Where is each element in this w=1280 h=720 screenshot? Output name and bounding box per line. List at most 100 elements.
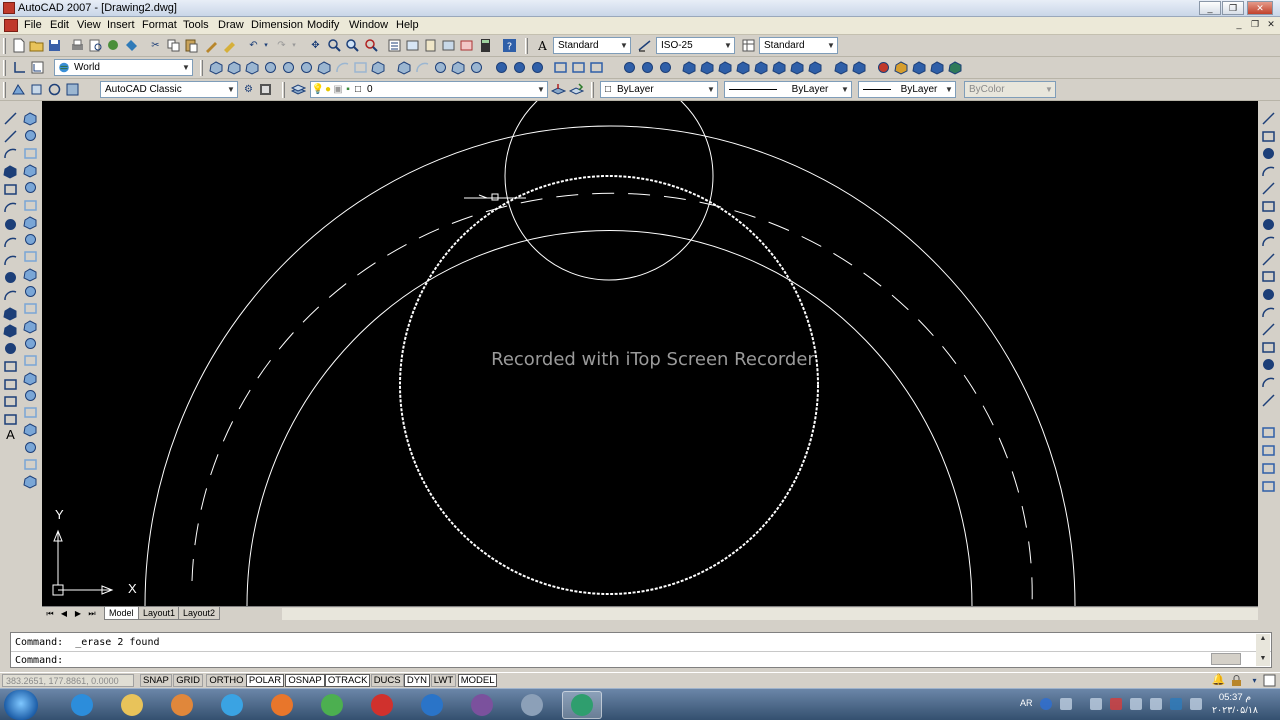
- menu-insert[interactable]: Insert: [107, 19, 135, 31]
- camera-icon[interactable]: [47, 82, 62, 97]
- lineweight-control-select[interactable]: ByLayer ▼: [858, 81, 956, 98]
- chevron-down-icon[interactable]: ▼: [180, 60, 192, 75]
- flatshot-icon[interactable]: [736, 60, 751, 75]
- layer-select[interactable]: 💡 ● ▣ ▪ □ 0 ▼: [310, 81, 548, 98]
- dim-style-select[interactable]: ISO-25 ▼: [656, 37, 735, 54]
- restore-button[interactable]: ❐: [1222, 1, 1244, 15]
- redo-dropdown-icon[interactable]: ▾: [290, 38, 298, 53]
- status-toggle-dyn[interactable]: DYN: [403, 674, 430, 687]
- 3d-modeling-tool-7-icon[interactable]: [23, 215, 38, 230]
- ucs-face-icon[interactable]: [571, 60, 586, 75]
- rectangle-icon[interactable]: [3, 182, 18, 197]
- first-tab-icon[interactable]: ⏮: [44, 608, 56, 619]
- chevron-down-icon[interactable]: ▼: [618, 38, 630, 53]
- ucs-select[interactable]: World ▼: [54, 59, 193, 76]
- document-icon[interactable]: [4, 19, 18, 32]
- plot-icon[interactable]: [70, 38, 85, 53]
- tab-layout2[interactable]: Layout2: [178, 607, 221, 620]
- open-icon[interactable]: [29, 38, 44, 53]
- taskbar-app-media-player[interactable]: [162, 691, 202, 719]
- ucs-x-icon[interactable]: [494, 60, 509, 75]
- menu-modify[interactable]: Modify: [307, 19, 339, 31]
- taskbar-app-internet-explorer[interactable]: [62, 691, 102, 719]
- lock-toolbars-icon[interactable]: [1229, 673, 1244, 688]
- 3d-presspull-icon[interactable]: [397, 60, 412, 75]
- horizontal-scrollbar[interactable]: [282, 608, 1258, 620]
- chevron-down-icon[interactable]: ▼: [722, 38, 734, 53]
- hatch-icon[interactable]: [3, 359, 18, 374]
- check-icon[interactable]: [834, 60, 849, 75]
- linetype-control-select[interactable]: ByLayer ▼: [724, 81, 852, 98]
- communication-center-icon[interactable]: 🔔: [1211, 673, 1226, 688]
- solid-intersect-icon[interactable]: [658, 60, 673, 75]
- coordinate-display[interactable]: 383.2651, 177.8861, 0.0000: [2, 674, 134, 687]
- ucs-manager-icon[interactable]: [30, 60, 45, 75]
- doc-close-icon[interactable]: ✕: [1264, 19, 1278, 31]
- imprint-icon[interactable]: [772, 60, 787, 75]
- taskbar-app-autocad[interactable]: [562, 691, 602, 719]
- volume-icon[interactable]: [1090, 698, 1102, 710]
- zoom-realtime-icon[interactable]: [327, 38, 342, 53]
- 3d-modeling-tool-11-icon[interactable]: [23, 284, 38, 299]
- 3d-revolve-icon[interactable]: [433, 60, 448, 75]
- taskbar-app-skype[interactable]: [212, 691, 252, 719]
- text-style-icon[interactable]: A: [535, 38, 550, 53]
- 3d-union-icon[interactable]: [469, 60, 484, 75]
- cut-icon[interactable]: ✂: [148, 38, 163, 53]
- ellipse-icon[interactable]: [3, 270, 18, 285]
- drawing-area[interactable]: Recorded with iTop Screen Recorder X Y: [42, 101, 1258, 606]
- system-clock[interactable]: 05:37 م ۲۰۲۳/۰۵/۱۸: [1200, 691, 1270, 717]
- toolbar-grip[interactable]: [525, 38, 528, 54]
- sheet-set-manager-icon[interactable]: [441, 38, 456, 53]
- 3d-modeling-tool-16-icon[interactable]: [23, 371, 38, 386]
- toolbar-grip[interactable]: [3, 82, 6, 98]
- menu-window[interactable]: Window: [349, 19, 388, 31]
- shell-icon[interactable]: [808, 60, 823, 75]
- ucs-3point-icon[interactable]: [553, 60, 568, 75]
- 3d-loft-icon[interactable]: [451, 60, 466, 75]
- 3d-modeling-tool-21-icon[interactable]: [23, 457, 38, 472]
- 3d-modeling-tool-22-icon[interactable]: [23, 474, 38, 489]
- status-toggle-snap[interactable]: SNAP: [140, 674, 172, 687]
- chevron-down-icon[interactable]: ▼: [825, 38, 837, 53]
- language-indicator[interactable]: AR: [1020, 698, 1033, 708]
- 3d-modeling-tool-4-icon[interactable]: [23, 163, 38, 178]
- menu-tools[interactable]: Tools: [183, 19, 209, 31]
- layer-previous-icon[interactable]: [569, 82, 584, 97]
- new-icon[interactable]: [11, 38, 26, 53]
- taskbar-app-screen-recorder[interactable]: [362, 691, 402, 719]
- insert-block-icon[interactable]: [3, 306, 18, 321]
- status-toggle-ducs[interactable]: DUCS: [370, 674, 404, 687]
- workspace-settings-icon[interactable]: ⚙: [241, 82, 256, 97]
- multiline-text-icon[interactable]: A: [3, 427, 18, 442]
- materials-icon[interactable]: [894, 60, 909, 75]
- menu-draw[interactable]: Draw: [218, 19, 244, 31]
- table-style-select[interactable]: Standard ▼: [759, 37, 838, 54]
- 3d-modeling-tool-12-icon[interactable]: [23, 301, 38, 316]
- rotate-icon[interactable]: [1261, 217, 1276, 232]
- 3d-modeling-tool-19-icon[interactable]: [23, 422, 38, 437]
- extend-icon[interactable]: [1261, 287, 1276, 302]
- tab-layout1[interactable]: Layout1: [138, 607, 181, 620]
- break-icon[interactable]: [1261, 322, 1276, 337]
- workspace-select[interactable]: AutoCAD Classic ▼: [100, 81, 238, 98]
- properties-icon[interactable]: [387, 38, 402, 53]
- revision-cloud-icon[interactable]: [3, 235, 18, 250]
- 3d-pyramid-icon[interactable]: [317, 60, 332, 75]
- separate-icon[interactable]: [790, 60, 805, 75]
- interfere-icon[interactable]: [700, 60, 715, 75]
- block-editor-icon[interactable]: [222, 38, 237, 53]
- section-icon[interactable]: [718, 60, 733, 75]
- status-toggle-model[interactable]: MODEL: [457, 674, 498, 687]
- status-toggle-ortho[interactable]: ORTHO: [206, 674, 247, 687]
- status-toggle-grid[interactable]: GRID: [173, 674, 203, 687]
- explode-icon[interactable]: [1261, 393, 1276, 408]
- next-tab-icon[interactable]: ▶: [72, 608, 84, 619]
- pan-realtime-icon[interactable]: ✥: [308, 38, 323, 53]
- toolbar-grip[interactable]: [591, 82, 594, 98]
- 3d-orbit-icon[interactable]: [29, 82, 44, 97]
- last-tab-icon[interactable]: ⏭: [86, 608, 98, 619]
- tab-model[interactable]: Model: [104, 607, 139, 620]
- chevron-down-icon[interactable]: ▼: [225, 82, 237, 97]
- plotstyle-control-select[interactable]: ByColor ▼: [964, 81, 1056, 98]
